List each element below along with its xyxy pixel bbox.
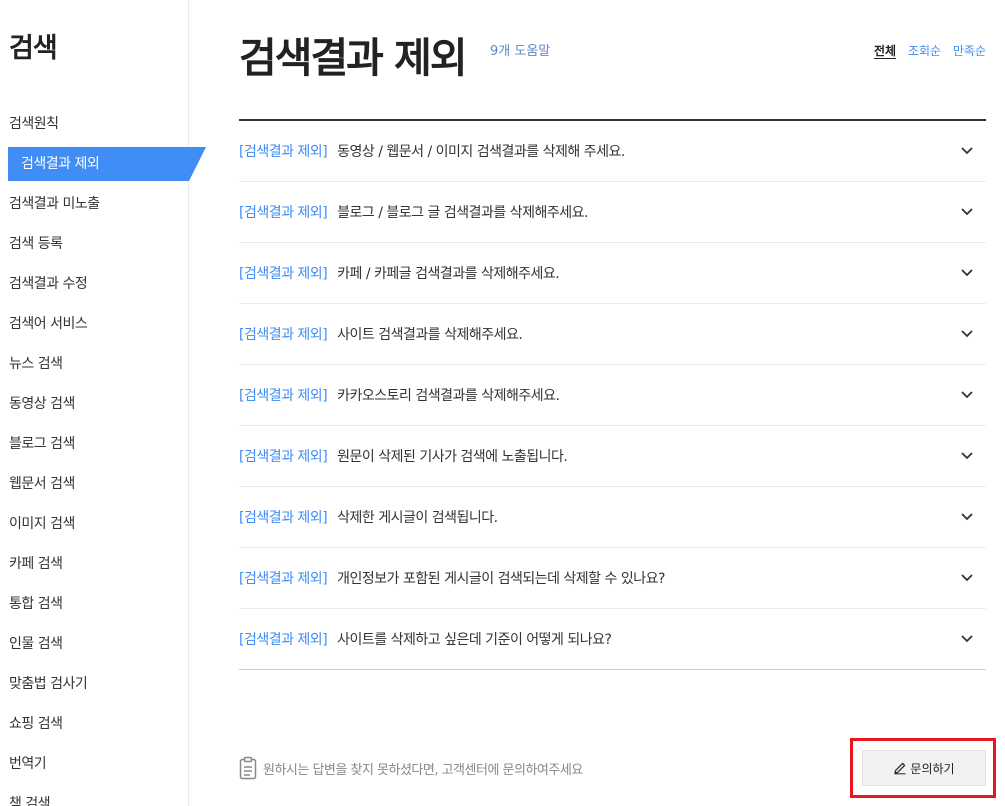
- sidebar-item[interactable]: 인물 검색: [0, 624, 189, 664]
- sidebar-item[interactable]: 블로그 검색: [0, 424, 189, 464]
- faq-item[interactable]: [검색결과 제외] 사이트를 삭제하고 싶은데 기준이 어떻게 되나요?: [239, 609, 986, 669]
- faq-category: [검색결과 제외]: [239, 449, 328, 465]
- faq-item[interactable]: [검색결과 제외] 사이트 검색결과를 삭제해주세요.: [239, 304, 986, 365]
- sidebar-item[interactable]: 검색결과 미노출: [0, 184, 189, 224]
- sidebar-item[interactable]: 맞춤법 검사기: [0, 664, 189, 704]
- chevron-down-icon[interactable]: [960, 633, 974, 645]
- sidebar-menu: 검색원칙 검색결과 제외 검색결과 미노출 검색 등록 검색결과 수정 검색어 …: [0, 104, 189, 806]
- sidebar-title: 검색: [9, 33, 58, 64]
- faq-item[interactable]: [검색결과 제외] 카페 / 카페글 검색결과를 삭제해주세요.: [239, 243, 986, 304]
- sidebar-item[interactable]: 웹문서 검색: [0, 464, 189, 504]
- faq-category: [검색결과 제외]: [239, 266, 328, 282]
- faq-category: [검색결과 제외]: [239, 571, 328, 587]
- pencil-icon: [894, 762, 906, 775]
- clipboard-icon: [239, 756, 257, 780]
- help-notice: 원하시는 답변을 찾지 못하셨다면, 고객센터에 문의하여주세요: [239, 756, 583, 780]
- help-count: 9개 도움말: [490, 44, 551, 59]
- sidebar-item[interactable]: 검색원칙: [0, 104, 189, 144]
- sort-satisfaction[interactable]: 만족순: [953, 44, 986, 58]
- sidebar-item[interactable]: 검색어 서비스: [0, 304, 189, 344]
- sidebar-item[interactable]: 번역기: [0, 744, 189, 784]
- faq-category: [검색결과 제외]: [239, 632, 328, 648]
- faq-category: [검색결과 제외]: [239, 205, 328, 221]
- faq-question: 카페 / 카페글 검색결과를 삭제해주세요.: [337, 266, 560, 282]
- inquiry-highlight: 문의하기: [850, 738, 996, 798]
- chevron-down-icon[interactable]: [960, 206, 974, 218]
- inquiry-button-label: 문의하기: [910, 761, 955, 776]
- notice-text: 원하시는 답변을 찾지 못하셨다면, 고객센터에 문의하여주세요: [263, 762, 583, 778]
- faq-item[interactable]: [검색결과 제외] 블로그 / 블로그 글 검색결과를 삭제해주세요.: [239, 182, 986, 243]
- faq-question: 카카오스토리 검색결과를 삭제해주세요.: [337, 388, 560, 404]
- faq-item[interactable]: [검색결과 제외] 삭제한 게시글이 검색됩니다.: [239, 487, 986, 548]
- faq-category: [검색결과 제외]: [239, 388, 328, 404]
- faq-item[interactable]: [검색결과 제외] 카카오스토리 검색결과를 삭제해주세요.: [239, 365, 986, 426]
- sidebar-item[interactable]: 검색 등록: [0, 224, 189, 264]
- sidebar-item[interactable]: 검색결과 수정: [0, 264, 189, 304]
- sort-all[interactable]: 전체: [874, 44, 896, 58]
- faq-list: [검색결과 제외] 동영상 / 웹문서 / 이미지 검색결과를 삭제해 주세요.…: [239, 119, 986, 670]
- chevron-down-icon[interactable]: [960, 450, 974, 462]
- page-title: 검색결과 제외: [239, 34, 468, 82]
- sidebar-item[interactable]: 책 검색: [0, 784, 189, 806]
- chevron-down-icon[interactable]: [960, 328, 974, 340]
- sidebar-item[interactable]: 뉴스 검색: [0, 344, 189, 384]
- sort-options: 전체 조회순 만족순: [866, 42, 986, 59]
- chevron-down-icon[interactable]: [960, 389, 974, 401]
- chevron-down-icon[interactable]: [960, 511, 974, 523]
- faq-question: 블로그 / 블로그 글 검색결과를 삭제해주세요.: [337, 205, 588, 221]
- faq-question: 삭제한 게시글이 검색됩니다.: [337, 510, 498, 526]
- faq-item[interactable]: [검색결과 제외] 동영상 / 웹문서 / 이미지 검색결과를 삭제해 주세요.: [239, 121, 986, 182]
- sidebar-item[interactable]: 카페 검색: [0, 544, 189, 584]
- chevron-down-icon[interactable]: [960, 267, 974, 279]
- faq-category: [검색결과 제외]: [239, 510, 328, 526]
- sidebar-item-active[interactable]: 검색결과 제외: [0, 144, 189, 184]
- sidebar-item[interactable]: 동영상 검색: [0, 384, 189, 424]
- sidebar-item[interactable]: 쇼핑 검색: [0, 704, 189, 744]
- faq-category: [검색결과 제외]: [239, 144, 328, 160]
- sort-views[interactable]: 조회순: [908, 44, 941, 58]
- faq-question: 사이트를 삭제하고 싶은데 기준이 어떻게 되나요?: [337, 632, 612, 648]
- faq-question: 사이트 검색결과를 삭제해주세요.: [337, 327, 523, 343]
- faq-question: 개인정보가 포함된 게시글이 검색되는데 삭제할 수 있나요?: [337, 571, 665, 587]
- sidebar-item[interactable]: 통합 검색: [0, 584, 189, 624]
- sidebar: 검색 검색원칙 검색결과 제외 검색결과 미노출 검색 등록 검색결과 수정 검…: [0, 0, 189, 806]
- faq-question: 원문이 삭제된 기사가 검색에 노출됩니다.: [337, 449, 568, 465]
- faq-category: [검색결과 제외]: [239, 327, 328, 343]
- chevron-down-icon[interactable]: [960, 145, 974, 157]
- faq-item[interactable]: [검색결과 제외] 원문이 삭제된 기사가 검색에 노출됩니다.: [239, 426, 986, 487]
- sidebar-item[interactable]: 이미지 검색: [0, 504, 189, 544]
- faq-question: 동영상 / 웹문서 / 이미지 검색결과를 삭제해 주세요.: [337, 144, 625, 160]
- inquiry-button[interactable]: 문의하기: [862, 750, 986, 786]
- faq-item[interactable]: [검색결과 제외] 개인정보가 포함된 게시글이 검색되는데 삭제할 수 있나요…: [239, 548, 986, 609]
- chevron-down-icon[interactable]: [960, 572, 974, 584]
